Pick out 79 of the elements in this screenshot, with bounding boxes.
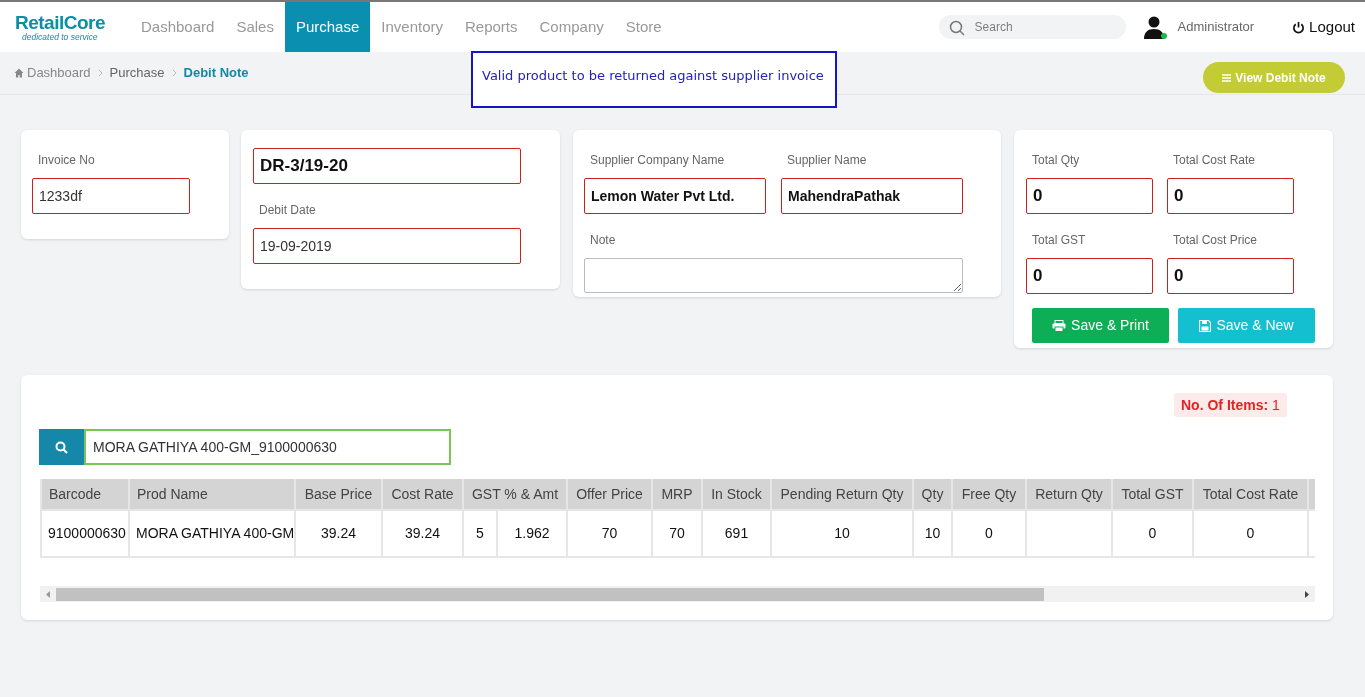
nav-tab[interactable]: Sales xyxy=(225,2,285,52)
column-header: Base Price xyxy=(295,479,382,510)
breadcrumb-link[interactable]: Dashboard xyxy=(27,63,91,83)
total-input[interactable]: 0 xyxy=(1026,178,1153,214)
table-cell: 39.24 xyxy=(295,510,382,557)
horizontal-scrollbar[interactable] xyxy=(40,586,1315,602)
nav-tab[interactable]: Dashboard xyxy=(130,2,226,52)
scroll-left-icon xyxy=(46,590,50,598)
column-header: Offer Price xyxy=(567,479,652,510)
table-cell: 691 xyxy=(702,510,771,557)
invoice-input[interactable]: 1233df xyxy=(32,178,190,214)
table-cell: 70 xyxy=(567,510,652,557)
table-cell: 10 xyxy=(771,510,913,557)
column-header: GST % & Amt xyxy=(463,479,567,510)
field-label: Note xyxy=(590,232,617,249)
column-header: Cost Rate xyxy=(382,479,463,510)
column-header: Prod Name xyxy=(129,479,295,510)
nav-tab[interactable]: Reports xyxy=(454,2,529,52)
column-header: Qty xyxy=(913,479,952,510)
column-header: Total Cost Rate xyxy=(1193,479,1308,510)
table-cell: 0 xyxy=(1193,510,1308,557)
table-cell: 9100000630 xyxy=(41,510,129,557)
nav-tab[interactable]: Purchase xyxy=(284,2,371,52)
table-cell: 0 xyxy=(1112,510,1193,557)
table-cell: 39.24 xyxy=(382,510,463,557)
chevron-icon xyxy=(97,69,103,77)
search-icon xyxy=(948,20,965,36)
table-cell: 70 xyxy=(652,510,702,557)
table-cell: 5 xyxy=(464,511,498,556)
list-icon xyxy=(1222,73,1232,82)
column-header: MRP xyxy=(652,479,702,510)
field-label: Supplier Company Name xyxy=(590,152,726,169)
scroll-right-icon xyxy=(1305,590,1309,598)
table-cell: MORA GATHIYA 400-GM xyxy=(129,510,295,557)
column-header: Free Qty xyxy=(952,479,1026,510)
column-header: Pending Return Qty xyxy=(771,479,913,510)
brand-logo: RetailCore xyxy=(15,12,107,33)
total-input[interactable]: 0 xyxy=(1167,258,1294,294)
total-input[interactable]: 0 xyxy=(1167,178,1294,214)
breadcrumb-link[interactable]: Purchase xyxy=(109,63,165,83)
search-field[interactable]: Search xyxy=(938,15,1126,39)
supplier-name-input[interactable]: MahendraPathak xyxy=(781,178,963,214)
search-icon xyxy=(55,440,68,454)
table-cell: 0 xyxy=(952,510,1026,557)
nav-tab[interactable]: Company xyxy=(528,2,615,52)
items-count-badge: No. Of Items: 1 xyxy=(1174,393,1287,417)
breadcrumb-link[interactable]: Debit Note xyxy=(183,63,249,83)
user-name: Administrator xyxy=(1177,18,1255,37)
field-label: Debit Date xyxy=(259,202,317,219)
total-input[interactable]: 0 xyxy=(1026,258,1153,294)
printer-icon xyxy=(1052,319,1067,332)
note-input[interactable] xyxy=(584,258,963,293)
column-header: In Stock xyxy=(702,479,771,510)
field-label: Invoice No xyxy=(38,152,96,169)
product-search-input[interactable]: MORA GATHIYA 400-GM_9100000630 xyxy=(84,429,451,465)
nav-tab[interactable]: Inventory xyxy=(370,2,454,52)
user-avatar-icon xyxy=(1143,16,1164,39)
home-icon xyxy=(14,68,24,78)
supplier-company-input[interactable]: Lemon Water Pvt Ltd. xyxy=(584,178,766,214)
chevron-icon xyxy=(171,69,177,77)
debit-number-input[interactable]: DR-3/19-20 xyxy=(253,148,521,184)
field-label: Supplier Name xyxy=(787,152,868,169)
column-header: Return Qty xyxy=(1026,479,1112,510)
field-label: Total GST xyxy=(1032,232,1087,249)
power-icon xyxy=(1292,20,1306,34)
nav-tab[interactable]: Store xyxy=(614,2,673,52)
column-header: Barcode xyxy=(41,479,129,510)
table-cell: 10 xyxy=(913,510,952,557)
tooltip: Valid product to be returned against supplier invoice xyxy=(471,51,837,108)
field-label: Total Cost Rate xyxy=(1173,152,1257,169)
search-button[interactable] xyxy=(39,429,84,465)
logout-link[interactable]: Logout xyxy=(1292,2,1355,52)
field-label: Total Qty xyxy=(1032,152,1081,169)
table-cell-text: 1.962 xyxy=(513,524,551,543)
brand-tagline: dedicated to service xyxy=(21,32,99,42)
save-button[interactable]: Save & Print xyxy=(1032,308,1169,343)
column-header: Total GST xyxy=(1112,479,1193,510)
field-label: Total Cost Price xyxy=(1173,232,1259,249)
debit-date-input[interactable]: 19-09-2019 xyxy=(253,228,521,264)
